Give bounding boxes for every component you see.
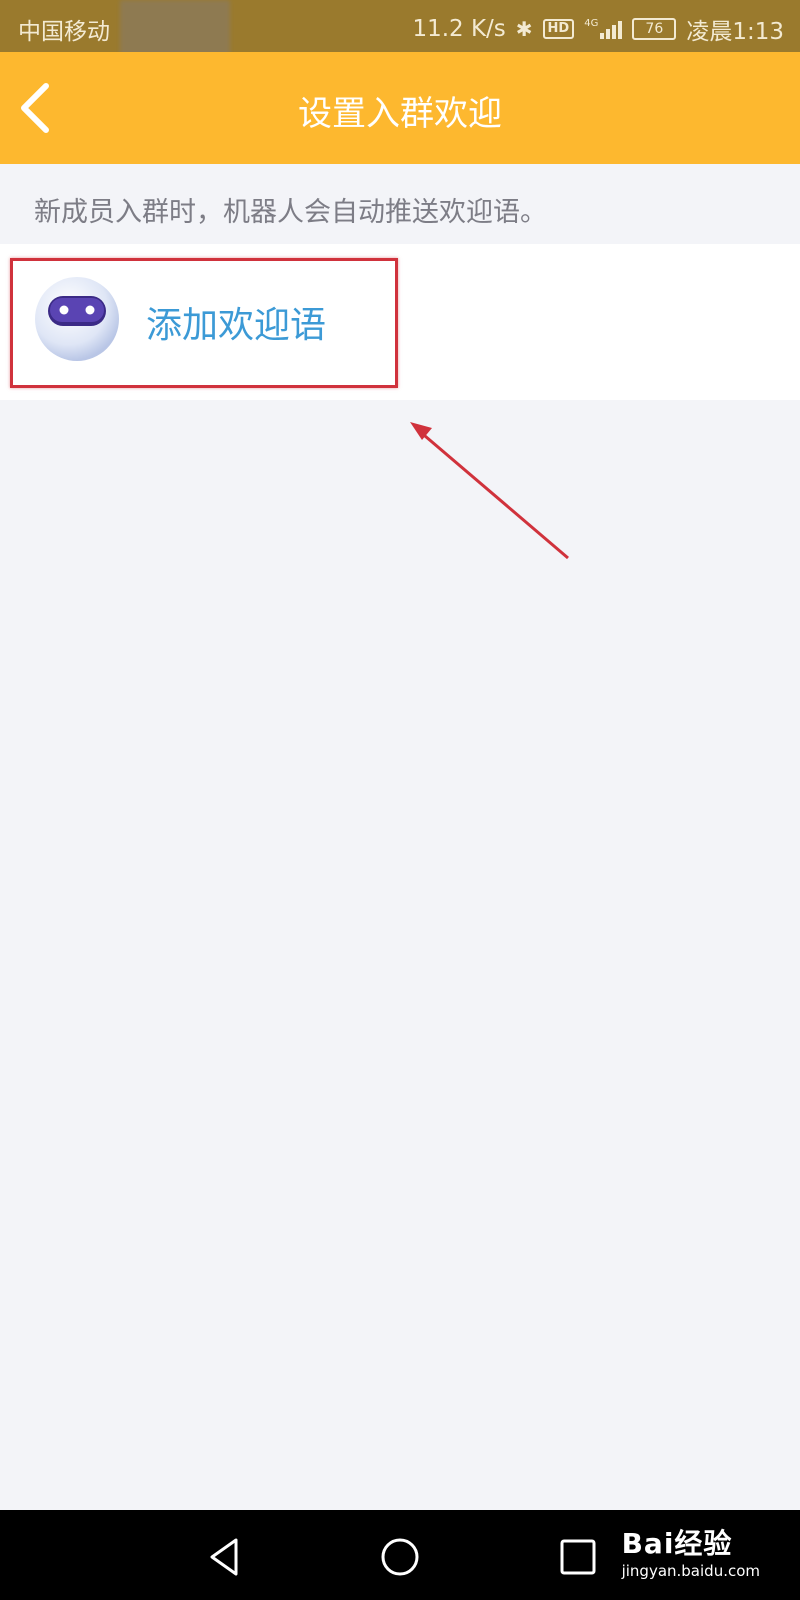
status-bar: 中国移动 11.2 K/s ✱ HD 4G 76 凌晨1:13 (0, 0, 800, 60)
annotation-arrow-icon (410, 422, 569, 560)
watermark-url: jingyan.baidu.com (621, 1562, 760, 1580)
title-bar: 设置入群欢迎 (0, 52, 800, 164)
welcome-description: 新成员入群时，机器人会自动推送欢迎语。 (34, 197, 547, 228)
battery-icon: 76 (632, 18, 677, 40)
triangle-back-icon (210, 1538, 238, 1576)
signal-icon: 4G (584, 18, 623, 39)
carrier-name: 中国移动 (18, 19, 110, 45)
network-speed: 11.2 K/s (412, 16, 506, 42)
clock: 凌晨1:13 (686, 19, 784, 45)
square-recents-icon (560, 1539, 596, 1575)
page-title: 设置入群欢迎 (298, 94, 502, 134)
nav-recents-button[interactable] (553, 1532, 603, 1582)
circle-home-icon (381, 1538, 419, 1576)
network-type: 4G (584, 18, 599, 29)
status-icons: 11.2 K/s ✱ HD 4G 76 凌晨1:13 (412, 12, 784, 46)
baidu-jingyan-watermark: Bai经验 jingyan.baidu.com (622, 1522, 760, 1580)
watermark-main: Bai经验 (621, 1527, 733, 1560)
nav-home-button[interactable] (375, 1532, 425, 1582)
hd-icon: HD (542, 19, 575, 39)
bluetooth-icon: ✱ (515, 17, 533, 41)
blurred-region (120, 0, 230, 60)
nav-back-button[interactable] (200, 1532, 250, 1582)
annotation-highlight-box (10, 258, 398, 388)
